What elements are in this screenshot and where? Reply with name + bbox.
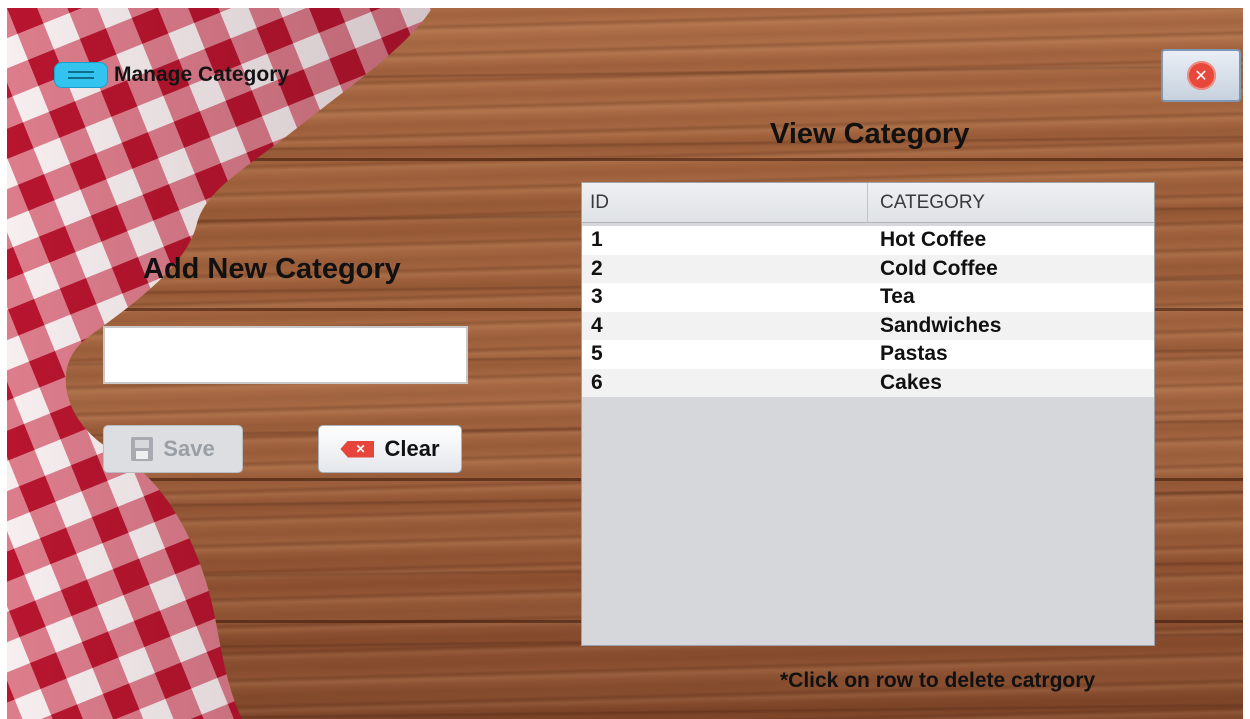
cell-category: Pastas [880,342,948,366]
table-body: 1 Hot Coffee 2 Cold Coffee 3 Tea 4 Sandw… [582,223,1154,397]
save-button-label: Save [163,436,215,461]
window-title-bar: Manage Category [54,62,289,88]
table-row[interactable]: 6 Cakes [582,368,1154,397]
cell-id: 4 [591,313,603,337]
cell-id: 2 [591,256,603,280]
clear-icon: ✕ [340,440,375,458]
cell-category: Hot Coffee [880,228,987,252]
category-table[interactable]: ID CATEGORY 1 Hot Coffee 2 Cold Coffee 3… [581,182,1155,646]
column-header-id[interactable]: ID [582,183,868,222]
cell-id: 6 [591,370,603,394]
table-row[interactable]: 1 Hot Coffee [582,226,1154,255]
window-title: Manage Category [114,63,290,86]
cell-category: Cold Coffee [880,256,998,280]
table-row[interactable]: 5 Pastas [582,340,1154,369]
cell-category: Sandwiches [880,313,1002,337]
cell-id: 1 [591,228,603,252]
view-category-heading: View Category [770,118,970,150]
app-window: Manage Category ✕ View Category Add New … [0,0,1250,719]
delete-hint-note: *Click on row to delete catrgory [780,669,1096,692]
table-row[interactable]: 3 Tea [582,283,1154,312]
cell-category: Cakes [880,370,942,394]
floppy-disk-icon [131,437,154,461]
clear-button[interactable]: ✕ Clear [318,425,462,473]
save-button[interactable]: Save [103,425,243,473]
close-icon: ✕ [1186,61,1216,90]
hamburger-menu-icon[interactable] [54,62,108,88]
table-row[interactable]: 2 Cold Coffee [582,254,1154,283]
clear-button-label: Clear [384,436,440,461]
table-header: ID CATEGORY [582,183,1154,223]
table-row[interactable]: 4 Sandwiches [582,311,1154,340]
close-button[interactable]: ✕ [1161,49,1241,102]
add-category-heading: Add New Category [143,253,401,285]
cell-id: 5 [591,342,603,366]
cell-category: Tea [880,285,915,309]
cell-id: 3 [591,285,603,309]
column-header-category[interactable]: CATEGORY [868,183,1154,222]
category-name-input[interactable] [103,326,468,384]
